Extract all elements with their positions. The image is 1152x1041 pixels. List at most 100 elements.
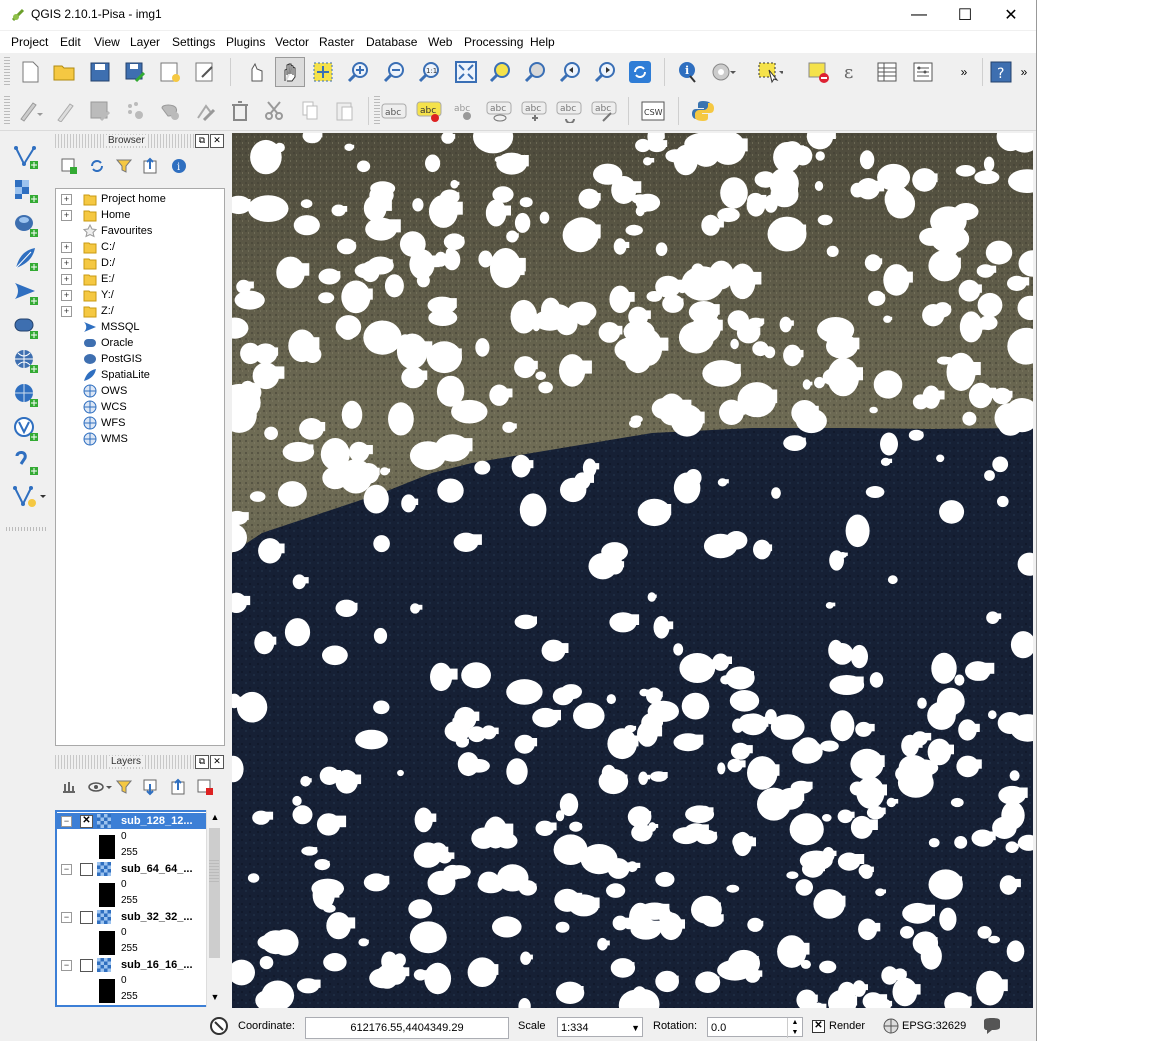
open-project-icon[interactable]	[52, 59, 78, 85]
splitter-handle[interactable]	[209, 860, 219, 884]
zoom-next-icon[interactable]	[593, 59, 619, 85]
expand-icon[interactable]: +	[61, 194, 72, 205]
attribute-table-icon[interactable]	[874, 59, 900, 85]
add-wfs-layer-icon[interactable]	[12, 415, 40, 443]
browser-item[interactable]: WCS	[56, 399, 222, 415]
browser-item[interactable]: OWS	[56, 383, 222, 399]
browser-item[interactable]: SpatiaLite	[56, 367, 222, 383]
messages-icon[interactable]	[207, 1014, 231, 1038]
zoom-out-icon[interactable]	[382, 59, 408, 85]
browser-item[interactable]: + C:/	[56, 239, 222, 255]
render-checkbox[interactable]: ✕	[812, 1020, 825, 1033]
browser-item[interactable]: + D:/	[56, 255, 222, 271]
add-delimited-text-layer-icon[interactable]	[12, 449, 40, 477]
toolbar-grip[interactable]	[6, 527, 48, 531]
layer-visibility-checkbox[interactable]	[80, 959, 93, 972]
highlight-pinned-labels-icon[interactable]: abc	[416, 98, 442, 124]
pan-to-selection-icon[interactable]	[310, 59, 336, 85]
browser-item[interactable]: + Home	[56, 207, 222, 223]
layer-item[interactable]: − sub_32_32_...	[57, 909, 206, 925]
browser-item[interactable]: Oracle	[56, 335, 222, 351]
crs-label[interactable]: EPSG:32629	[902, 1020, 966, 1032]
toggle-editing-icon[interactable]	[52, 98, 78, 124]
refresh-browser-icon[interactable]	[86, 155, 108, 177]
layer-styling-icon[interactable]	[58, 776, 80, 798]
field-calculator-icon[interactable]: ε	[839, 59, 865, 85]
add-spatialite-layer-icon[interactable]	[12, 245, 40, 273]
python-console-icon[interactable]	[690, 98, 716, 124]
add-raster-layer-icon[interactable]	[12, 177, 40, 205]
current-edits-icon[interactable]	[17, 98, 43, 124]
statistical-summary-icon[interactable]	[910, 59, 936, 85]
spin-down-icon[interactable]: ▼	[787, 1028, 802, 1038]
node-tool-icon[interactable]	[192, 98, 218, 124]
crs-globe-icon[interactable]	[880, 1014, 902, 1038]
cut-features-icon[interactable]	[262, 98, 288, 124]
browser-float-button[interactable]: ⧉	[195, 134, 209, 148]
expand-icon[interactable]: +	[61, 274, 72, 285]
layer-labeling-options-icon[interactable]: abc	[381, 98, 407, 124]
collapse-icon[interactable]: −	[61, 960, 72, 971]
menu-processing[interactable]: Processing	[464, 35, 523, 49]
collapse-icon[interactable]: −	[61, 864, 72, 875]
browser-item[interactable]: + Project home	[56, 191, 222, 207]
collapse-icon[interactable]: −	[61, 912, 72, 923]
expand-icon[interactable]: +	[61, 306, 72, 317]
toolbar-grip[interactable]	[374, 96, 380, 126]
menu-help[interactable]: Help	[530, 35, 555, 49]
save-project-icon[interactable]	[87, 59, 113, 85]
run-feature-action-icon[interactable]	[710, 59, 736, 85]
chevron-down-icon[interactable]: ▼	[631, 1018, 640, 1038]
layers-scrollbar[interactable]: ▲ ▼	[206, 810, 223, 1007]
layers-close-button[interactable]: ✕	[210, 755, 224, 769]
show-hide-labels-icon[interactable]: abc	[486, 98, 512, 124]
paste-features-icon[interactable]	[332, 98, 358, 124]
pin-labels-icon[interactable]: abc	[451, 98, 477, 124]
move-feature-icon[interactable]	[157, 98, 183, 124]
change-label-icon[interactable]: abc	[591, 98, 617, 124]
move-label-icon[interactable]: abc	[521, 98, 547, 124]
layer-visibility-checkbox[interactable]: ✕	[80, 815, 93, 828]
copy-features-icon[interactable]	[297, 98, 323, 124]
add-wcs-layer-icon[interactable]	[12, 381, 40, 409]
browser-item[interactable]: Favourites	[56, 223, 222, 239]
refresh-icon[interactable]	[627, 59, 653, 85]
manage-map-themes-icon[interactable]	[86, 776, 114, 798]
save-as-icon[interactable]	[122, 59, 148, 85]
menu-database[interactable]: Database	[366, 35, 417, 49]
add-feature-icon[interactable]	[122, 98, 148, 124]
layer-visibility-checkbox[interactable]	[80, 911, 93, 924]
menu-layer[interactable]: Layer	[130, 35, 160, 49]
add-vector-layer-icon[interactable]	[12, 143, 40, 171]
browser-close-button[interactable]: ✕	[210, 134, 224, 148]
zoom-in-icon[interactable]	[346, 59, 372, 85]
touch-zoom-pan-icon[interactable]	[242, 59, 268, 85]
menu-project[interactable]: Project	[11, 35, 48, 49]
delete-selected-icon[interactable]	[227, 98, 253, 124]
layer-item[interactable]: − ✕ sub_128_12...	[57, 813, 206, 829]
menu-raster[interactable]: Raster	[319, 35, 354, 49]
collapse-icon[interactable]: −	[61, 816, 72, 827]
menu-plugins[interactable]: Plugins	[226, 35, 265, 49]
enable-properties-icon[interactable]: i	[168, 155, 190, 177]
composer-manager-icon[interactable]	[192, 59, 218, 85]
metasearch-icon[interactable]: CSW	[640, 98, 666, 124]
new-project-icon[interactable]	[17, 59, 43, 85]
layer-item[interactable]: − sub_16_16_...	[57, 957, 206, 973]
menu-settings[interactable]: Settings	[172, 35, 215, 49]
zoom-last-icon[interactable]	[558, 59, 584, 85]
scale-combo[interactable]: 1:334 ▼	[557, 1017, 643, 1037]
menu-view[interactable]: View	[94, 35, 120, 49]
zoom-native-resolution-icon[interactable]: 1:1	[417, 59, 443, 85]
browser-item[interactable]: PostGIS	[56, 351, 222, 367]
expand-icon[interactable]: +	[61, 210, 72, 221]
remove-layer-icon[interactable]	[194, 776, 216, 798]
menu-edit[interactable]: Edit	[60, 35, 81, 49]
message-log-icon[interactable]	[980, 1014, 1004, 1038]
browser-item[interactable]: WMS	[56, 431, 222, 447]
toolbar-overflow-button[interactable]: »	[951, 59, 977, 85]
deselect-features-icon[interactable]	[806, 59, 832, 85]
select-features-icon[interactable]	[757, 59, 783, 85]
toolbar-grip[interactable]	[4, 57, 10, 87]
add-oracle-layer-icon[interactable]	[12, 313, 40, 341]
